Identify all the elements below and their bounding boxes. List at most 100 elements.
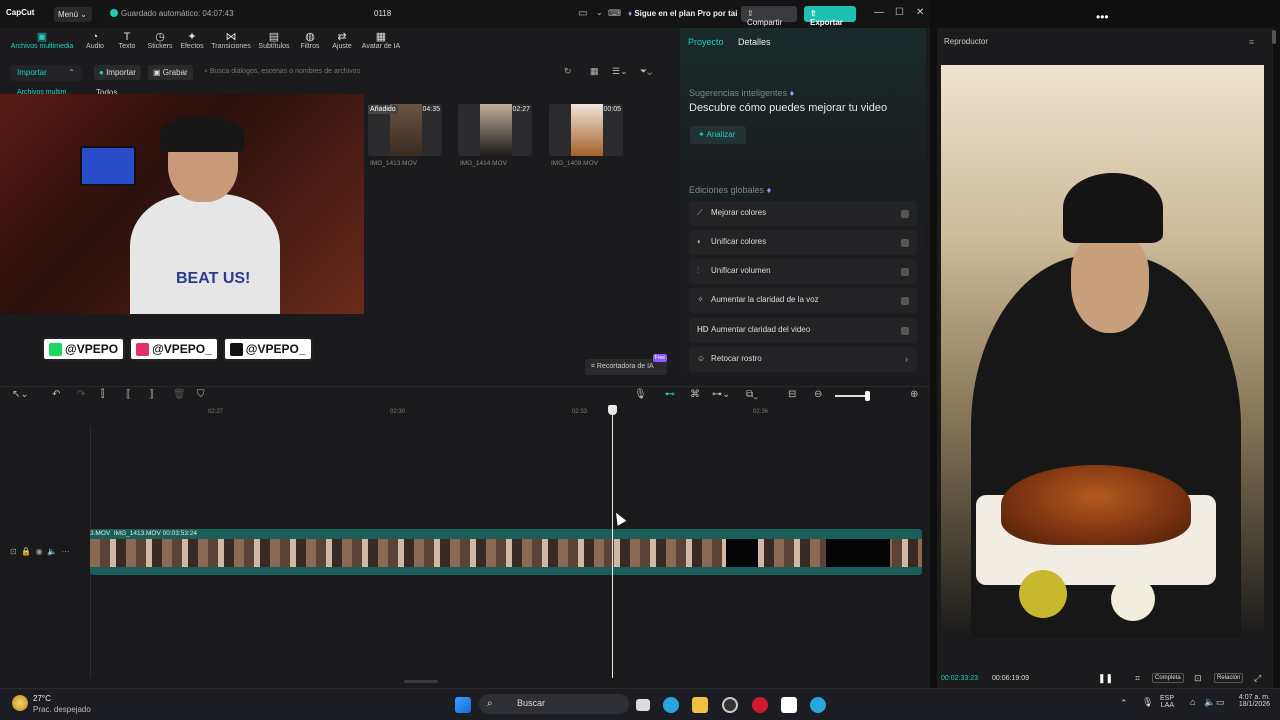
- sauce-cup: [1111, 577, 1155, 621]
- trim-right-icon[interactable]: ⟧: [149, 389, 154, 400]
- pro-plan-link[interactable]: ♦ Sigue en el plan Pro por tai: [628, 9, 737, 18]
- media-thumbnail[interactable]: Añadido 04:35: [368, 104, 442, 156]
- clock[interactable]: 4:07 a. m. 18/1/2026: [1222, 694, 1270, 708]
- capcut-icon[interactable]: [781, 697, 797, 713]
- network-icon[interactable]: ⌂: [1190, 697, 1195, 707]
- maximize-icon[interactable]: ☐: [895, 7, 904, 18]
- scrollbar[interactable]: [1272, 30, 1276, 44]
- menu-button[interactable]: Menú ⌄: [54, 7, 92, 22]
- ai-cropper-button[interactable]: ⌗ Recortadora de IA Free: [585, 354, 667, 375]
- preview-axis-icon[interactable]: ⊶⌄: [712, 389, 730, 400]
- file-explorer-icon[interactable]: [692, 697, 708, 713]
- shield-icon[interactable]: ⛉: [197, 389, 205, 400]
- analyze-button[interactable]: ✦ Analizar: [690, 126, 746, 144]
- zoom-slider-handle[interactable]: [865, 391, 870, 401]
- more-icon[interactable]: ⋯: [61, 547, 69, 556]
- toggle[interactable]: [901, 239, 909, 247]
- menu-icon[interactable]: ≡: [1249, 37, 1254, 47]
- redo-icon[interactable]: ↷: [77, 389, 85, 400]
- delete-icon[interactable]: 🗑: [173, 389, 186, 400]
- project-title[interactable]: 0118: [374, 9, 391, 18]
- option-video-clarity[interactable]: HD Aumentar claridad del video: [689, 318, 917, 343]
- filter-funnel-icon[interactable]: ⏷⌄: [640, 66, 652, 77]
- toggle[interactable]: [901, 327, 909, 335]
- caption-icon[interactable]: ⊟: [788, 389, 796, 400]
- focus-icon[interactable]: ⊡: [1194, 673, 1202, 684]
- speaker-icon[interactable]: 🔈: [1204, 697, 1215, 708]
- full-quality-button[interactable]: Completa: [1152, 673, 1184, 683]
- chrome-icon[interactable]: [722, 697, 738, 713]
- trim-left-icon[interactable]: ⟦: [126, 389, 131, 400]
- chevron-down-icon[interactable]: ⌄: [596, 8, 603, 17]
- video-track-clip[interactable]: 3.MOV IMG_1413.MOV 00:03:53:24: [90, 529, 922, 575]
- option-enhance-colors[interactable]: ⟋ Mejorar colores: [689, 201, 917, 226]
- shirt-print: BEAT US!: [176, 270, 251, 287]
- tab-media[interactable]: ▣ Archivos multimedia: [6, 31, 78, 50]
- eye-icon[interactable]: ◉: [36, 547, 43, 556]
- record-chip[interactable]: ▣ Grabar: [148, 65, 193, 80]
- split-icon[interactable]: ⫿: [101, 389, 104, 400]
- ratio-button[interactable]: Relación: [1214, 673, 1244, 683]
- smart-heading-text: Sugerencias inteligentes: [689, 88, 788, 98]
- microphone-icon[interactable]: 🎙: [634, 389, 647, 400]
- snap-icon[interactable]: ⧉⌄: [746, 389, 758, 400]
- zoom-in-icon[interactable]: ⊕: [910, 389, 918, 400]
- toggle[interactable]: [901, 268, 909, 276]
- link-icon[interactable]: ⌘: [690, 389, 700, 400]
- playhead[interactable]: [612, 408, 613, 678]
- media-thumbnail[interactable]: 00:05: [549, 104, 623, 156]
- tab-ai-avatar[interactable]: ▦ Avatar de IA: [358, 31, 404, 50]
- media-search-input[interactable]: ⌕ Busca diálogos, escenas o nombres de a…: [196, 65, 576, 80]
- tab-label: Ajuste: [332, 43, 352, 50]
- grid-view-icon[interactable]: ▦: [590, 66, 599, 77]
- zoom-out-icon[interactable]: ⊖: [814, 389, 822, 400]
- layout-icon[interactable]: ▭: [578, 8, 587, 19]
- toggle[interactable]: [901, 210, 909, 218]
- tab-transitions[interactable]: ⋈ Transiciones: [208, 31, 254, 50]
- timeline-scrollbar[interactable]: [404, 680, 438, 683]
- tab-details[interactable]: Detalles: [738, 37, 771, 47]
- playhead-handle[interactable]: [608, 405, 617, 415]
- import-dropdown[interactable]: Importar ⌃: [10, 65, 82, 81]
- close-icon[interactable]: ✕: [916, 7, 924, 18]
- track-select-icon[interactable]: ⊡: [10, 547, 17, 556]
- toggle[interactable]: [901, 297, 909, 305]
- option-retouch-face[interactable]: ☺ Retocar rostro ›: [689, 347, 917, 372]
- option-unify-colors[interactable]: ◐ Unificar colores: [689, 230, 917, 255]
- opera-icon[interactable]: [752, 697, 768, 713]
- volume-icon[interactable]: 🔈: [47, 547, 57, 556]
- streamer-shirt: [130, 194, 280, 314]
- share-button[interactable]: ⇪ Compartir: [741, 6, 797, 27]
- messenger-icon[interactable]: [810, 697, 826, 713]
- option-voice-clarity[interactable]: ✧ Aumentar la claridad de la voz: [689, 288, 917, 313]
- lock-icon[interactable]: 🔒: [21, 547, 31, 556]
- weather-icon[interactable]: [12, 695, 28, 711]
- task-view-icon[interactable]: [636, 699, 650, 711]
- export-button[interactable]: ⇧ Exportar: [804, 6, 856, 27]
- chevron-up-icon[interactable]: ⌃: [1120, 698, 1128, 709]
- fullscreen-icon[interactable]: ⤢: [1254, 673, 1261, 684]
- zoom-slider[interactable]: [835, 395, 869, 397]
- option-unify-volume[interactable]: ⫶ Unificar volumen: [689, 259, 917, 284]
- microphone-icon[interactable]: 🎙: [1142, 697, 1153, 708]
- background-monitor: [80, 146, 136, 186]
- undo-icon[interactable]: ↶: [52, 389, 60, 400]
- more-options-icon[interactable]: •••: [1096, 10, 1109, 24]
- keyboard-icon[interactable]: ⌨: [608, 8, 621, 19]
- sort-icon[interactable]: ☰⌄: [612, 66, 628, 77]
- pause-icon[interactable]: ❚❚: [1098, 673, 1113, 684]
- tab-project[interactable]: Proyecto: [688, 37, 724, 47]
- telegram-icon[interactable]: [663, 697, 679, 713]
- crop-icon[interactable]: ⌗: [1135, 673, 1140, 684]
- taskbar-search[interactable]: Buscar: [479, 694, 629, 714]
- minimize-icon[interactable]: —: [874, 7, 884, 18]
- magnet-icon[interactable]: ⊷: [665, 389, 675, 400]
- refresh-icon[interactable]: ↻: [564, 66, 572, 77]
- video-preview[interactable]: [941, 65, 1264, 638]
- select-tool-icon[interactable]: ↖⌄: [12, 389, 29, 400]
- import-chip[interactable]: ● Importar: [94, 65, 141, 80]
- language-indicator[interactable]: ESP LAA: [1160, 695, 1174, 709]
- media-thumbnail[interactable]: 02:27: [458, 104, 532, 156]
- start-icon[interactable]: [455, 697, 471, 713]
- clip-label: 3.MOV IMG_1413.MOV 00:03:53:24: [90, 530, 197, 537]
